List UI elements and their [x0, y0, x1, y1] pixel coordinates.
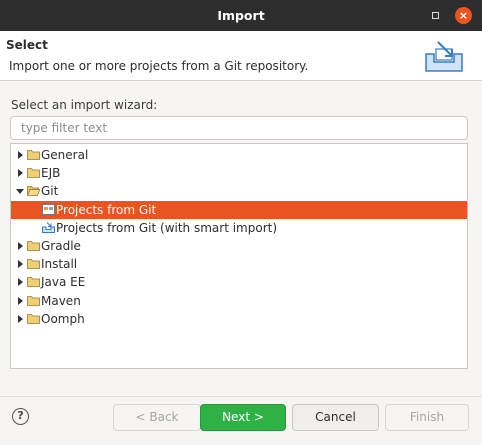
tree-item-label: Maven	[41, 293, 81, 308]
tree-item[interactable]: Git	[11, 182, 467, 200]
tree-item-label: Oomph	[41, 311, 85, 326]
chevron-right-icon[interactable]	[15, 277, 25, 287]
chevron-right-icon[interactable]	[15, 241, 25, 251]
tree-item-label: Install	[41, 257, 78, 272]
chevron-right-icon[interactable]	[15, 259, 25, 269]
footer-divider	[0, 396, 482, 397]
folder-icon	[27, 168, 40, 179]
smart-import-icon	[42, 221, 55, 233]
import-banner-icon	[425, 41, 463, 72]
close-icon[interactable]: ×	[455, 7, 472, 24]
tree-item[interactable]: Install	[11, 255, 467, 273]
tree-item-label: General	[41, 148, 89, 162]
chevron-right-icon[interactable]	[15, 296, 25, 306]
help-icon[interactable]: ?	[12, 408, 29, 425]
tree-item[interactable]: Maven	[11, 292, 467, 310]
tree-item[interactable]: Oomph	[11, 310, 467, 328]
wizard-tree[interactable]: General EJB Git Projects from Git Projects f…	[10, 143, 468, 369]
next-button[interactable]: Next >	[200, 404, 286, 431]
folder-icon	[27, 295, 40, 306]
tree-item[interactable]: Java EE	[11, 273, 467, 291]
tree-item[interactable]: General	[11, 146, 467, 164]
chevron-right-icon[interactable]	[15, 168, 25, 178]
filter-input[interactable]	[10, 116, 468, 140]
wizard-list-label: Select an import wizard:	[11, 98, 158, 112]
tree-item-label: Projects from Git	[56, 202, 157, 217]
tree-item[interactable]: Projects from Git (with smart import)	[11, 219, 467, 237]
tree-item-label: EJB	[41, 166, 61, 181]
chevron-right-icon[interactable]	[15, 314, 25, 324]
tree-item-label: Git	[41, 184, 59, 199]
tree-item-label: Gradle	[41, 239, 81, 253]
page-title: Select	[6, 38, 48, 52]
chevron-right-icon[interactable]	[15, 150, 25, 160]
wizard-header: Select Import one or more projects from …	[0, 31, 482, 81]
finish-button[interactable]: Finish	[385, 404, 469, 431]
tree-item[interactable]: Projects from Git	[11, 200, 467, 219]
window-title: Import	[217, 8, 265, 23]
chevron-down-icon[interactable]	[15, 186, 25, 196]
folder-icon	[27, 241, 40, 251]
folder-icon	[27, 259, 40, 270]
tree-item-label: Java EE	[41, 275, 86, 290]
folder-icon	[27, 150, 40, 160]
tree-item[interactable]: EJB	[11, 164, 467, 182]
cancel-button[interactable]: Cancel	[292, 404, 379, 431]
folder-open-icon	[27, 186, 40, 197]
folder-icon	[27, 313, 40, 324]
back-button[interactable]: < Back	[113, 404, 201, 431]
page-description: Import one or more projects from a Git r…	[9, 59, 309, 73]
tree-item-label: Projects from Git (with smart import)	[56, 220, 278, 235]
folder-icon	[27, 277, 40, 288]
title-bar: Import ×	[0, 0, 482, 31]
maximize-icon[interactable]	[432, 12, 439, 19]
git-projects-icon	[42, 203, 55, 215]
tree-item[interactable]: Gradle	[11, 237, 467, 255]
